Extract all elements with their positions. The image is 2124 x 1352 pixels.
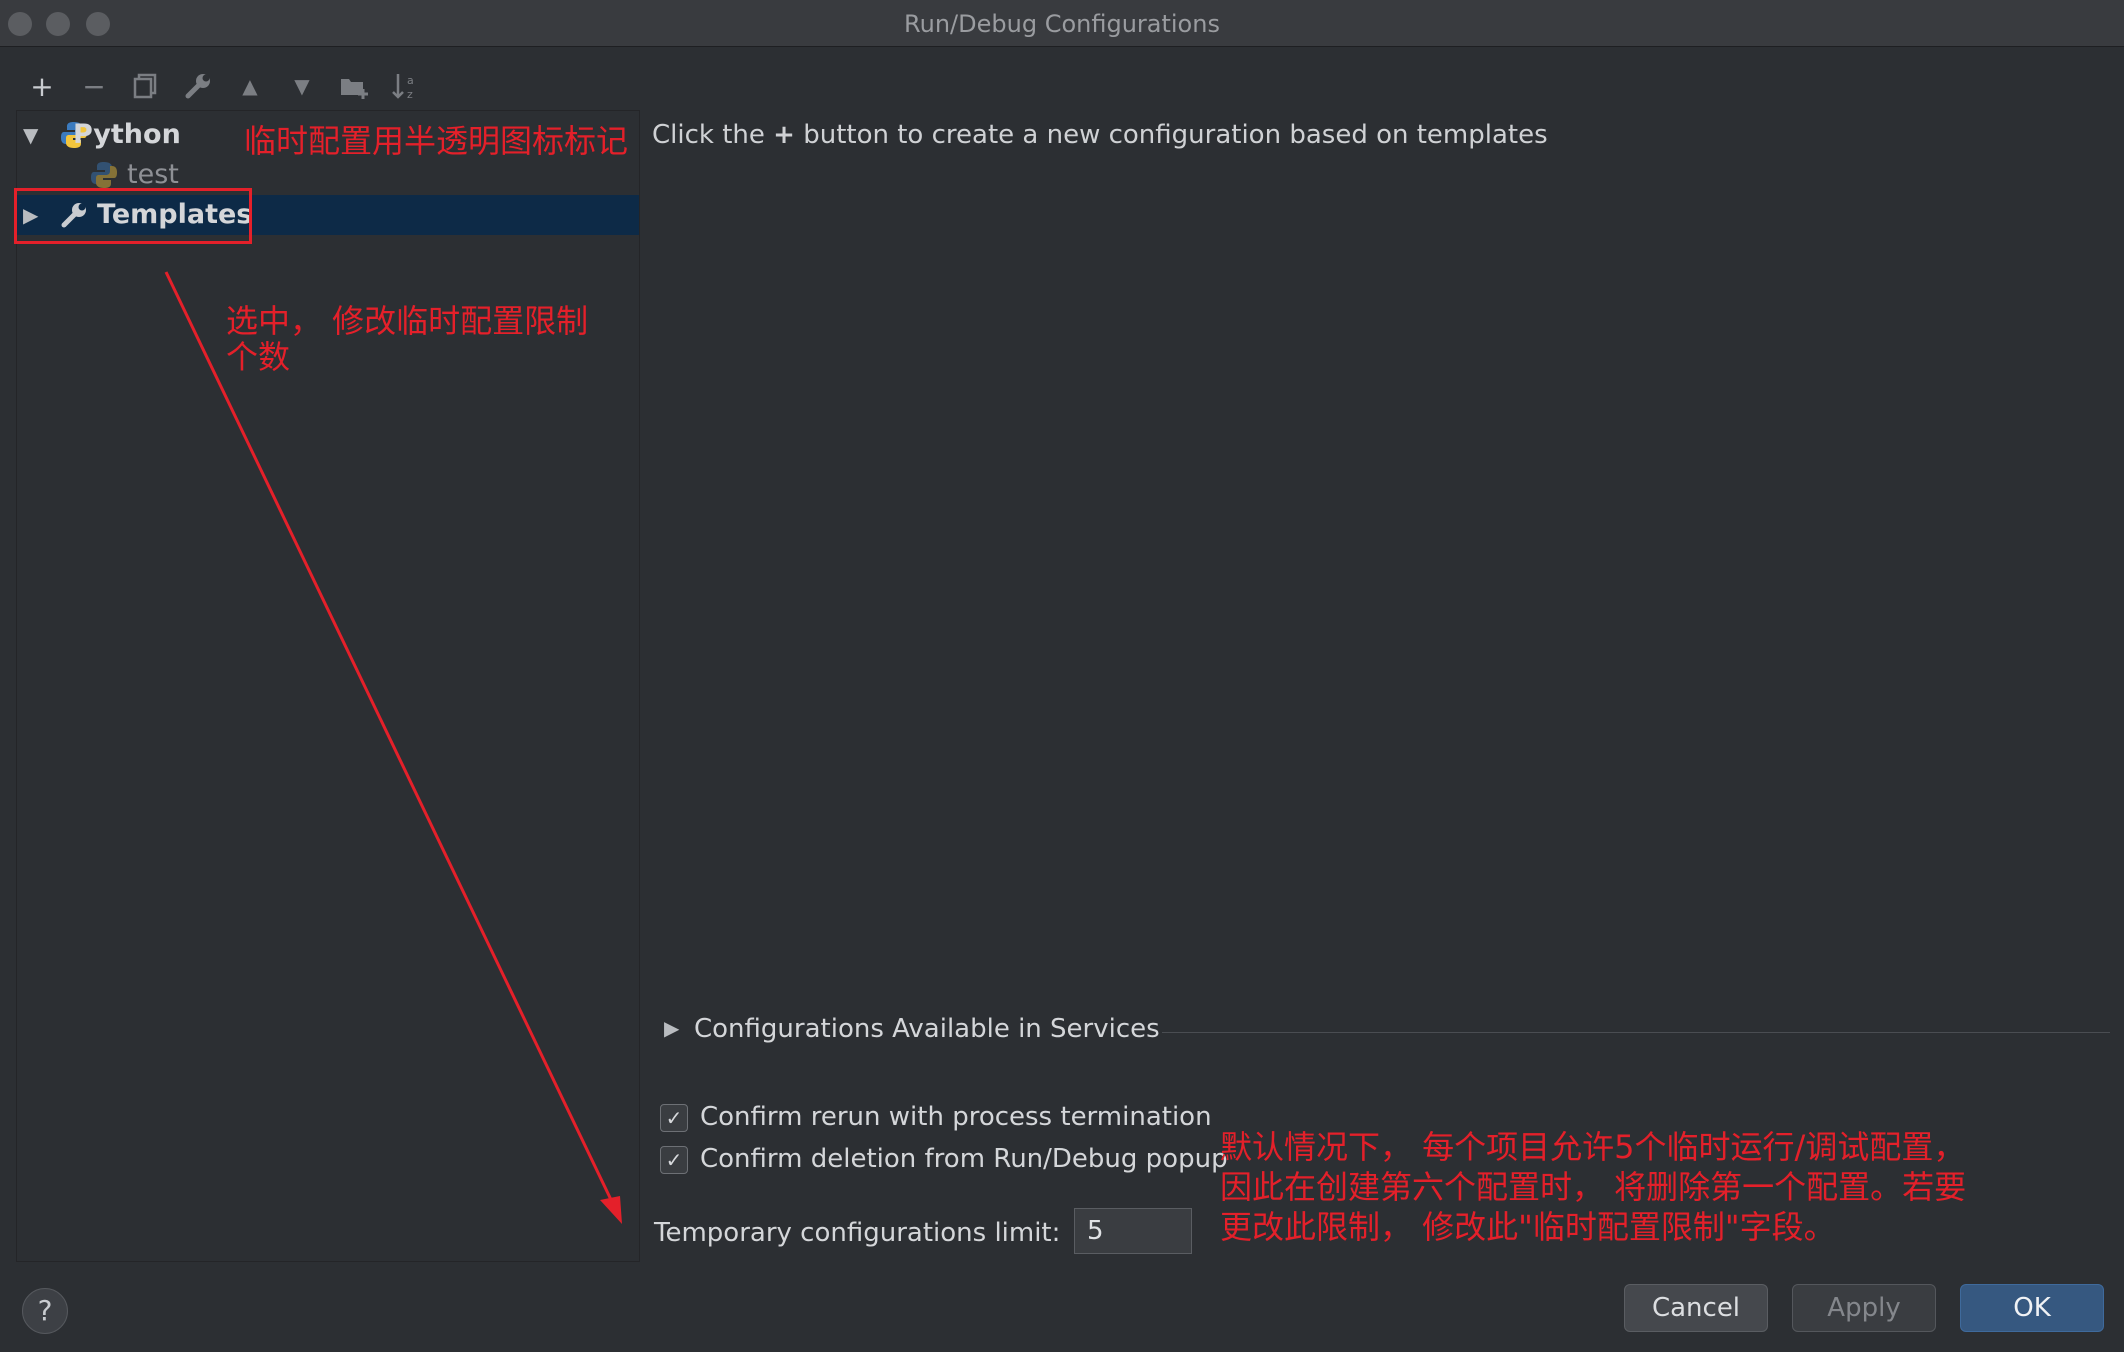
move-down-button[interactable]: ▼ (282, 66, 322, 106)
wrench-icon (185, 74, 210, 99)
move-up-button[interactable]: ▲ (230, 66, 270, 106)
annotation-default-note-1: 默认情况下， 每个项目允许5个临时运行/调试配置， (1220, 1128, 1966, 1166)
confirm-deletion-checkbox[interactable]: ✓ (660, 1146, 688, 1174)
edit-templates-button[interactable] (178, 66, 218, 106)
new-folder-icon (341, 79, 368, 99)
plus-icon: + (773, 120, 795, 150)
sort-button[interactable]: az (386, 66, 426, 106)
annotation-highlight-box (14, 188, 252, 244)
apply-button[interactable]: Apply (1792, 1284, 1936, 1332)
annotation-default-note-2: 因此在创建第六个配置时， 将删除第一个配置。若要 (1220, 1168, 1967, 1206)
services-label: Configurations Available in Services (694, 1014, 1160, 1044)
tree-label-python: Python (73, 119, 181, 150)
divider (1162, 1032, 2110, 1033)
cancel-button[interactable]: Cancel (1624, 1284, 1768, 1332)
temp-limit-input[interactable] (1074, 1208, 1192, 1254)
expand-right-icon[interactable]: ▶ (664, 1016, 679, 1040)
confirm-rerun-label: Confirm rerun with process termination (700, 1102, 1212, 1132)
expand-down-icon[interactable]: ▼ (23, 123, 38, 147)
confirm-deletion-label: Confirm deletion from Run/Debug popup (700, 1144, 1228, 1174)
python-temporary-icon (91, 162, 117, 188)
annotation-translucent-note: 临时配置用半透明图标标记 (244, 122, 629, 160)
run-debug-dialog: Run/Debug Configurations + − ▲ ▼ az ▼ Py… (0, 0, 2124, 1352)
tree-label-test: test (127, 159, 179, 190)
confirm-rerun-row[interactable]: ✓ Confirm rerun with process termination (660, 1100, 1220, 1136)
copy-icon (133, 73, 157, 99)
window-title: Run/Debug Configurations (904, 10, 1220, 38)
ok-button[interactable]: OK (1960, 1284, 2104, 1332)
annotation-select-note-1: 选中， 修改临时配置限制 (226, 302, 589, 340)
svg-text:z: z (407, 88, 413, 101)
confirm-rerun-checkbox[interactable]: ✓ (660, 1104, 688, 1132)
hint-text-after: button to create a new configuration bas… (803, 120, 1548, 150)
title-bar: Run/Debug Configurations (0, 0, 2124, 47)
hint-text-before: Click the (652, 120, 765, 150)
confirm-deletion-row[interactable]: ✓ Confirm deletion from Run/Debug popup (660, 1142, 1228, 1178)
remove-config-button[interactable]: − (74, 66, 114, 106)
move-down-icon: ▼ (294, 74, 310, 98)
empty-hint-text: Click the + button to create a new confi… (652, 120, 1548, 150)
copy-config-button[interactable] (126, 66, 166, 106)
temp-limit-label: Temporary configurations limit: (654, 1218, 1061, 1248)
sort-icon: az (392, 74, 414, 101)
annotation-default-note-3: 更改此限制， 修改此"临时配置限制"字段。 (1220, 1208, 1836, 1246)
services-section[interactable]: ▶ Configurations Available in Services (660, 1014, 2110, 1050)
move-up-icon: ▲ (242, 74, 258, 98)
add-icon: + (30, 69, 54, 103)
annotation-select-note-2: 个数 (226, 338, 291, 376)
add-config-button[interactable]: + (22, 66, 62, 106)
help-button[interactable]: ? (22, 1288, 68, 1334)
config-tree: ▼ Python test ▶ Templates (16, 110, 640, 1262)
remove-icon: − (82, 69, 106, 103)
svg-text:a: a (407, 74, 414, 87)
new-folder-button[interactable] (334, 66, 374, 106)
